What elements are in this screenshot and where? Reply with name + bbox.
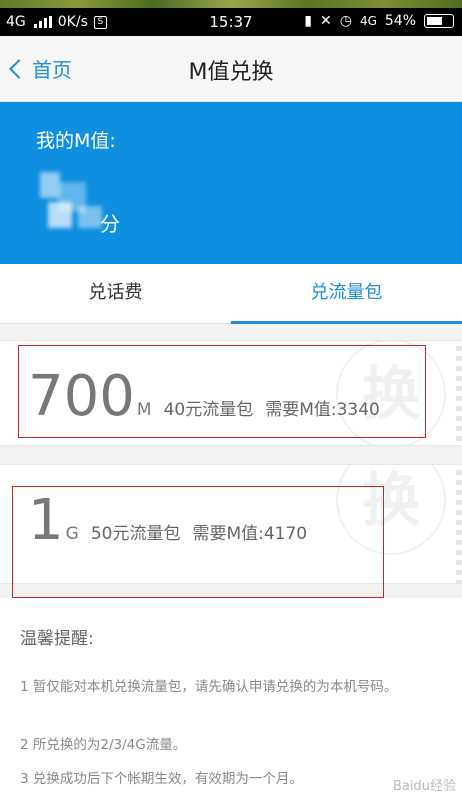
battery-saver-icon: ▮ [304,13,312,29]
battery-percent: 54% [384,13,416,29]
nav-bar: 首页 M值兑换 [0,36,462,102]
status-bar: 4G 0K/s S 15:37 ▮ ✕ ◷ 4G 54% [0,8,462,36]
product-package-name: 50元流量包 [90,524,181,544]
alarm-icon: ◷ [339,13,352,29]
tab-phone-credit[interactable]: 兑话费 [0,264,231,323]
product-card-1g[interactable]: 换 1 G 50元流量包 需要M值:4170 [0,464,462,584]
mute-icon: ✕ [319,13,332,29]
battery-icon [424,14,454,28]
tip-item: 1 暂仅能对本机兑换流量包，请先确认申请兑换的为本机号码。 [20,679,398,695]
m-value-banner: 我的M值: 分 [0,102,462,264]
exchange-tabs: 兑话费 兑流量包 [0,264,462,324]
product-cost: 需要M值:3340 [265,400,380,420]
tips-section: 温馨提醒: 1 暂仅能对本机兑换流量包，请先确认申请兑换的为本机号码。 2 所兑… [0,598,462,798]
page-title: M值兑换 [188,60,274,85]
tips-title: 温馨提醒: [20,629,94,649]
decorative-top-band [0,0,462,8]
exchange-seal-watermark: 换 [336,465,446,555]
m-value-unit: 分 [100,212,120,236]
product-unit: M [136,400,152,420]
product-card-700m[interactable]: 换 700 M 40元流量包 需要M值:3340 [0,340,462,446]
tip-item: 2 所兑换的为2/3/4G流量。 [20,737,187,753]
m-value-label: 我的M值: [36,130,116,152]
tab-data-package[interactable]: 兑流量包 [231,264,462,324]
product-cost: 需要M值:4170 [192,524,308,544]
product-package-name: 40元流量包 [163,400,254,420]
product-quantity: 700 [28,364,135,429]
product-quantity: 1 [28,488,64,553]
blurred-m-value [40,172,102,230]
tip-item: 3 兑换成功后下个帐期生效，有效期为一个月。 [20,771,303,787]
baidu-watermark: Baidu经验 [393,779,456,794]
network-type-right: 4G [359,14,377,28]
product-unit: G [65,524,79,544]
